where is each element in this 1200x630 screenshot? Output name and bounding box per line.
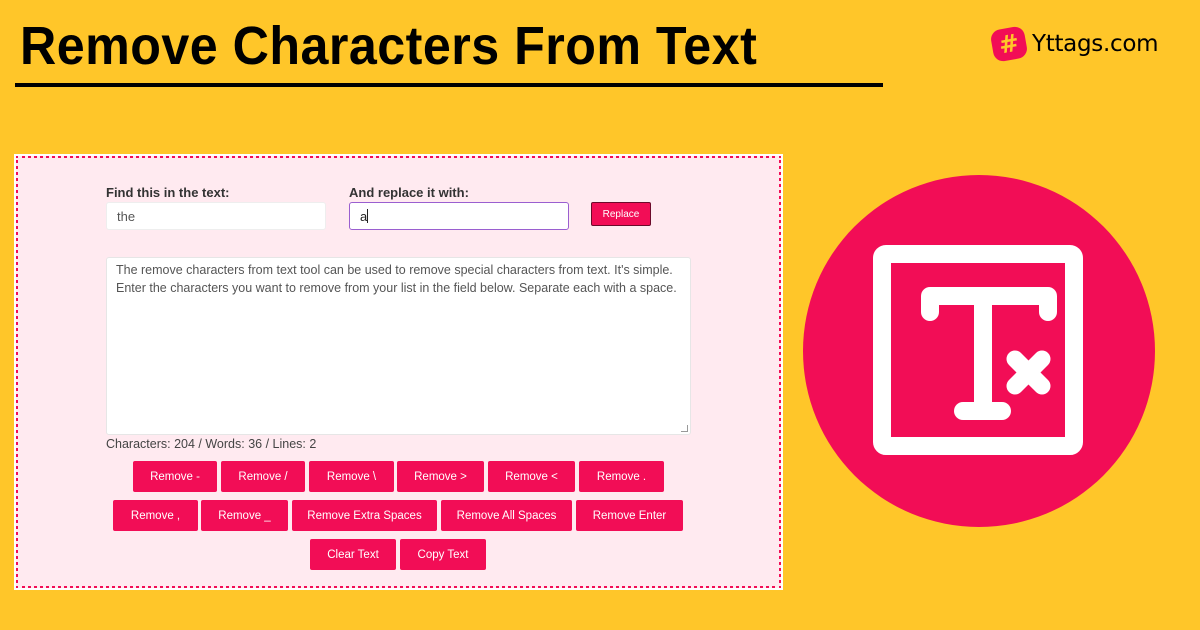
hero-badge [803,175,1155,527]
find-input[interactable]: the [106,202,326,230]
replace-label: And replace it with: [349,185,469,200]
text-line: Enter the characters you want to remove … [116,281,677,295]
text-area[interactable]: The remove characters from text tool can… [106,257,691,435]
remove-comma-button[interactable]: Remove , [113,500,198,531]
copy-text-button[interactable]: Copy Text [400,539,486,570]
hashtag-icon: # [989,25,1029,63]
remove-period-button[interactable]: Remove . [579,461,664,492]
remove-slash-button[interactable]: Remove / [221,461,305,492]
remove-backslash-button[interactable]: Remove \ [309,461,394,492]
clear-formatting-icon [873,245,1083,455]
remove-extra-spaces-button[interactable]: Remove Extra Spaces [292,500,437,531]
remove-hyphen-button[interactable]: Remove - [133,461,217,492]
remove-greater-than-button[interactable]: Remove > [397,461,484,492]
clear-text-button[interactable]: Clear Text [310,539,396,570]
page-title: Remove Characters From Text [20,16,758,76]
text-stats: Characters: 204 / Words: 36 / Lines: 2 [106,437,317,451]
tool-card: Find this in the text: the And replace i… [14,154,783,590]
replace-button[interactable]: Replace [591,202,651,226]
remove-less-than-button[interactable]: Remove < [488,461,575,492]
replace-input[interactable]: a [349,202,569,230]
find-label: Find this in the text: [106,185,230,200]
replace-input-value: a [360,209,368,224]
text-line: The remove characters from text tool can… [116,263,673,277]
remove-all-spaces-button[interactable]: Remove All Spaces [441,500,572,531]
brand-name: Yttags.com [1032,31,1159,57]
brand-logo: # Yttags.com [989,25,1159,63]
remove-underscore-button[interactable]: Remove _ [201,500,288,531]
text-caret [367,209,369,223]
resize-handle[interactable] [681,425,688,432]
title-underline [15,83,883,87]
remove-enter-button[interactable]: Remove Enter [576,500,683,531]
